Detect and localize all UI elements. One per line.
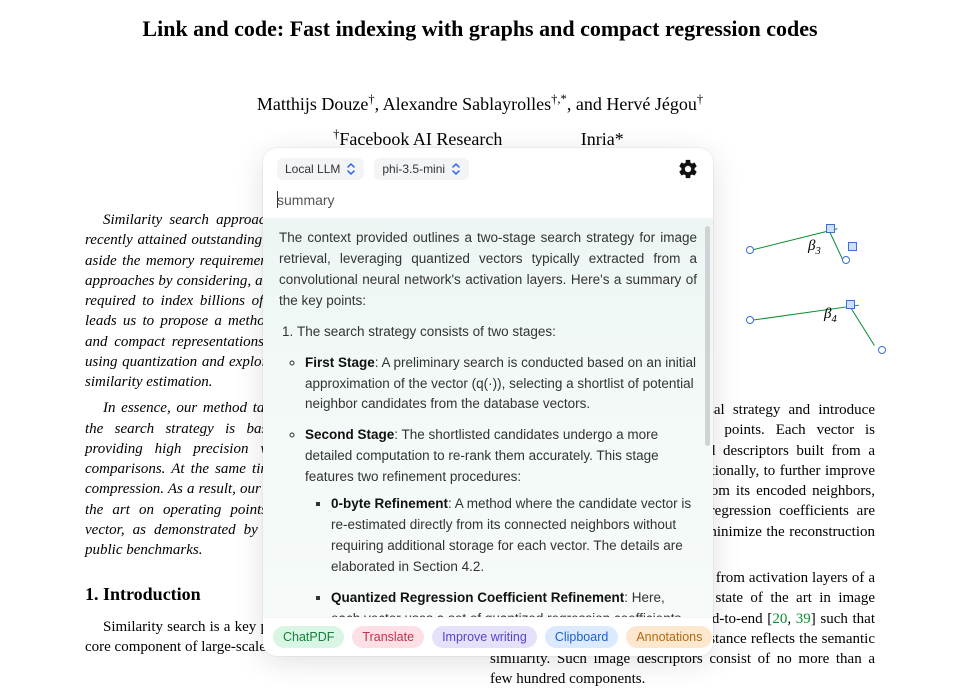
panel-header: Local LLM phi-3.5-mini [263,148,713,186]
query-row [263,186,713,218]
model-name-label: phi-3.5-mini [382,162,445,176]
response-stage1: First Stage: A preliminary search is con… [305,353,697,416]
action-improve[interactable]: Improve writing [432,626,537,648]
model-provider-label: Local LLM [285,162,340,176]
assistant-panel: Local LLM phi-3.5-mini The context provi… [263,148,713,656]
settings-button[interactable] [677,158,699,180]
action-annotations[interactable]: Annotations [626,626,712,648]
panel-response: The context provided outlines a two-stag… [263,218,713,617]
response-ol-item: The search strategy consists of two stag… [297,322,697,343]
panel-footer: ChatPDF Translate Improve writing Clipbo… [263,617,713,656]
model-provider-select[interactable]: Local LLM [277,158,364,180]
text-caret [277,191,278,208]
scrollbar-thumb[interactable] [705,226,710,446]
action-chatpdf[interactable]: ChatPDF [273,626,344,648]
response-ref1: 0-byte Refinement: A method where the ca… [331,494,697,578]
action-translate[interactable]: Translate [352,626,424,648]
paper-authors: Matthijs Douze†, Alexandre Sablayrolles†… [85,92,875,115]
paper-title: Link and code: Fast indexing with graphs… [85,16,875,42]
chevron-up-down-icon [346,163,356,175]
response-ref2: Quantized Regression Coefficient Refinem… [331,588,697,617]
query-input[interactable] [277,190,699,210]
paper-affiliations: †Facebook AI Research Inria* [85,127,875,150]
response-intro: The context provided outlines a two-stag… [279,228,697,312]
action-clipboard[interactable]: Clipboard [545,626,619,648]
response-stage2: Second Stage: The shortlisted candidates… [305,425,697,617]
model-name-select[interactable]: phi-3.5-mini [374,158,469,180]
chevron-up-down-icon [451,163,461,175]
